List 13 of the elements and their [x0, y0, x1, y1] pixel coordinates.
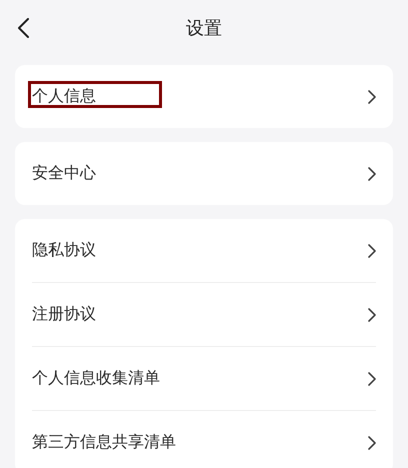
- settings-item[interactable]: 个人信息收集清单: [32, 368, 160, 389]
- settings-item[interactable]: 安全中心: [32, 163, 96, 184]
- page-title: 设置: [186, 17, 222, 40]
- settings-item[interactable]: 注册协议: [32, 304, 96, 325]
- chevron-right-icon: [368, 372, 376, 386]
- settings-item[interactable]: 个人信息: [32, 86, 96, 107]
- chevron-right-icon: [368, 166, 376, 180]
- chevron-right-icon: [368, 90, 376, 104]
- settings-item[interactable]: 隐私协议: [32, 240, 96, 261]
- chevron-right-icon: [368, 436, 376, 450]
- settings-item[interactable]: 第三方信息共享清单: [32, 432, 176, 453]
- chevron-right-icon: [368, 308, 376, 322]
- chevron-right-icon: [368, 244, 376, 258]
